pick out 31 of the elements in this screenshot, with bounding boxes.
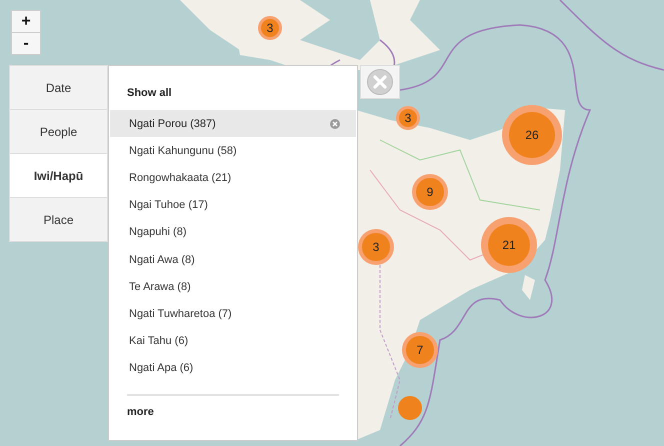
filter-item[interactable]: Ngapuhi (8): [110, 218, 356, 246]
filter-item-label: Rongowhakaata (21): [129, 172, 232, 184]
filter-item-label: Ngati Apa (6): [129, 362, 194, 374]
close-icon: [366, 68, 394, 96]
filter-item-label: Ngati Awa (8): [129, 254, 195, 266]
filter-item[interactable]: Ngati Porou (387): [110, 110, 356, 138]
filter-item-label: Te Arawa (8): [129, 280, 191, 293]
filter-item-label: Ngati Tuwharetoa (7): [129, 308, 232, 320]
filter-item-label: Kai Tahu (6): [129, 335, 188, 348]
filter-tab[interactable]: People: [10, 110, 107, 153]
filter-item[interactable]: Rongowhakaata (21): [110, 164, 356, 192]
filter-item[interactable]: Ngati Apa (6): [110, 354, 356, 382]
remove-icon[interactable]: [330, 118, 340, 129]
filter-item-label: Ngati Porou (387): [129, 118, 216, 130]
filter-item[interactable]: Ngati Awa (8): [110, 246, 356, 274]
filter-tab[interactable]: Date: [10, 66, 107, 109]
zoom-in-button[interactable]: +: [12, 11, 40, 32]
more-link[interactable]: more: [127, 406, 154, 418]
filter-item-label: Ngati Kahungunu (58): [129, 144, 237, 157]
filter-item[interactable]: Te Arawa (8): [110, 273, 356, 300]
filter-item-label: Ngai Tuhoe (17): [129, 199, 208, 212]
filter-item-label: Ngapuhi (8): [129, 226, 186, 238]
filter-item[interactable]: Ngai Tuhoe (17): [110, 192, 356, 219]
filter-item[interactable]: Ngati Tuwharetoa (7): [110, 300, 356, 328]
zoom-out-button[interactable]: -: [12, 33, 40, 54]
filter-item[interactable]: Kai Tahu (6): [110, 328, 356, 355]
show-all-link[interactable]: Show all: [127, 82, 172, 104]
filter-tab[interactable]: Place: [10, 198, 107, 241]
close-button[interactable]: [360, 65, 400, 99]
filter-tab[interactable]: Iwi/Hapū: [10, 154, 107, 197]
filter-item[interactable]: Ngati Kahungunu (58): [110, 137, 356, 164]
